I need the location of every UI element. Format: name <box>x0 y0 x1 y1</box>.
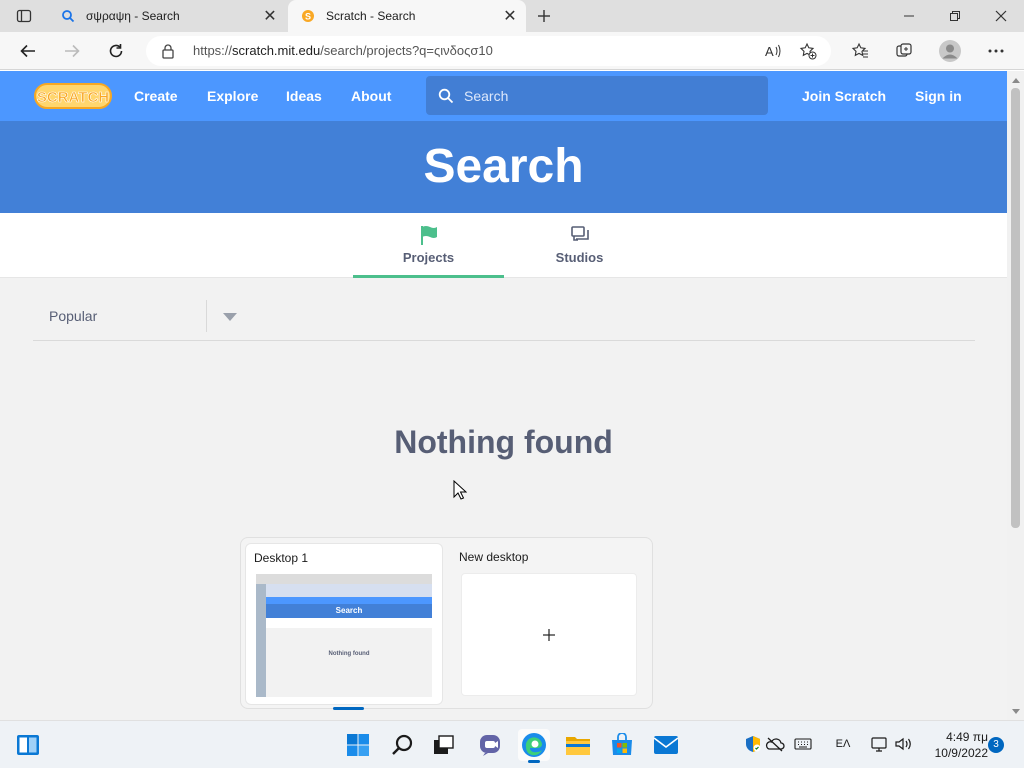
new-desktop-button[interactable] <box>461 573 637 696</box>
notification-count-badge[interactable]: 3 <box>988 737 1004 753</box>
back-arrow-icon[interactable] <box>14 37 42 65</box>
search-icon[interactable] <box>386 729 418 761</box>
input-language-indicator[interactable]: ΕΛ <box>832 733 854 755</box>
profile-avatar-icon[interactable] <box>936 37 964 65</box>
tab-title: σψραψη - Search <box>86 9 180 23</box>
close-tab-icon[interactable]: ✕ <box>258 4 282 28</box>
scratch-navbar: SCRATCH Create Explore Ideas About Join … <box>0 71 1007 121</box>
forward-arrow-icon[interactable] <box>58 37 86 65</box>
windows-taskbar: ΕΛ 4:49 πμ 10/9/2022 3 <box>0 720 1024 768</box>
thumbnail-heading: Search <box>266 604 432 618</box>
scratch-search-box[interactable] <box>426 76 768 115</box>
chevron-down-icon[interactable] <box>222 312 238 322</box>
address-bar[interactable]: https://scratch.mit.edu/search/projects?… <box>146 36 831 66</box>
collections-icon[interactable] <box>890 37 918 65</box>
task-view-switcher-icon[interactable] <box>428 729 460 761</box>
edge-browser-icon[interactable] <box>518 729 550 763</box>
start-windows-icon[interactable] <box>342 729 374 761</box>
thumbnail-sidebar <box>256 584 266 697</box>
page-scrollbar[interactable] <box>1007 71 1024 720</box>
task-view-desktops: Desktop 1 Search Nothing found New deskt… <box>240 537 653 710</box>
tab-studios[interactable]: Studios <box>504 213 655 278</box>
onedrive-offline-icon[interactable] <box>764 733 786 755</box>
read-aloud-icon[interactable]: A <box>761 39 785 63</box>
studios-icon <box>571 226 589 241</box>
keyboard-icon[interactable] <box>792 733 814 755</box>
favorites-icon[interactable] <box>846 37 874 65</box>
url-text[interactable]: https://scratch.mit.edu/search/projects?… <box>193 36 493 66</box>
svg-text:SCRATCH: SCRATCH <box>37 89 109 106</box>
mouse-cursor-icon <box>453 480 467 500</box>
file-explorer-icon[interactable] <box>562 729 594 761</box>
scroll-up-icon[interactable] <box>1007 71 1024 88</box>
volume-icon[interactable] <box>892 733 914 755</box>
nav-explore-link[interactable]: Explore <box>207 71 258 121</box>
svg-text:S: S <box>305 12 311 22</box>
thumbnail-message: Nothing found <box>328 651 370 657</box>
tab-actions-icon[interactable] <box>6 4 42 28</box>
join-scratch-link[interactable]: Join Scratch <box>802 71 886 121</box>
tab-projects-label: Projects <box>402 250 455 265</box>
network-icon[interactable] <box>868 733 890 755</box>
defender-shield-icon[interactable] <box>742 733 764 755</box>
more-menu-icon[interactable] <box>982 37 1010 65</box>
active-desktop-indicator <box>333 707 364 710</box>
sort-dropdown[interactable]: Popular <box>33 300 243 332</box>
page-title: Search <box>423 140 584 193</box>
sort-selected-value: Popular <box>49 308 98 324</box>
browser-tab-strip: σψραψη - Search ✕ S Scratch - Search ✕ <box>0 0 1024 32</box>
add-favorite-icon[interactable] <box>796 39 820 63</box>
thumbnail-tabs <box>266 618 432 628</box>
thumbnail-navbar <box>266 597 432 604</box>
flag-icon <box>421 226 437 245</box>
new-desktop-tile[interactable]: New desktop <box>451 543 649 705</box>
clock-time: 4:49 πμ <box>946 730 988 744</box>
lock-icon[interactable] <box>160 43 176 59</box>
scroll-down-icon[interactable] <box>1007 703 1024 720</box>
browser-toolbar: https://scratch.mit.edu/search/projects?… <box>0 32 1024 70</box>
tab-studios-label: Studios <box>555 250 604 265</box>
new-tab-icon[interactable] <box>532 4 556 28</box>
new-desktop-label: New desktop <box>459 550 529 564</box>
minimize-icon[interactable] <box>886 0 932 32</box>
microsoft-store-icon[interactable] <box>606 729 638 761</box>
thumbnail-tabstrip <box>256 574 432 584</box>
search-tabs: Projects Studios <box>0 213 1007 278</box>
active-app-indicator <box>528 760 540 763</box>
sign-in-link[interactable]: Sign in <box>915 71 962 121</box>
teams-chat-icon[interactable] <box>474 729 506 761</box>
desktop-1-tile[interactable]: Desktop 1 Search Nothing found <box>245 543 443 710</box>
search-banner: Search <box>0 121 1007 213</box>
thumbnail-toolbar <box>256 584 432 597</box>
desktop-1-label: Desktop 1 <box>254 551 309 565</box>
divider <box>33 340 975 341</box>
sort-separator <box>206 300 207 332</box>
plus-icon <box>543 628 555 641</box>
search-icon <box>438 88 454 104</box>
browser-tab-inactive[interactable]: σψραψη - Search ✕ <box>48 0 286 32</box>
tab-projects[interactable]: Projects <box>353 213 504 278</box>
clock-date: 10/9/2022 <box>934 746 988 760</box>
close-window-icon[interactable] <box>978 0 1024 32</box>
refresh-icon[interactable] <box>102 37 130 65</box>
task-view-icon[interactable] <box>12 729 44 761</box>
empty-results-message: Nothing found <box>394 424 613 460</box>
nav-create-link[interactable]: Create <box>134 71 178 121</box>
browser-tab-active[interactable]: S Scratch - Search ✕ <box>288 0 526 32</box>
taskbar-clock[interactable]: 4:49 πμ 10/9/2022 <box>918 729 988 761</box>
desktop-thumbnail: Search Nothing found <box>256 574 432 697</box>
scratch-logo[interactable]: SCRATCH <box>34 82 112 110</box>
scrollbar-thumb[interactable] <box>1011 88 1020 528</box>
search-input[interactable] <box>464 76 754 115</box>
mail-icon[interactable] <box>650 729 682 761</box>
close-tab-icon[interactable]: ✕ <box>498 4 522 28</box>
scratch-favicon-icon: S <box>300 8 316 24</box>
search-icon <box>60 8 76 24</box>
tab-title: Scratch - Search <box>326 9 416 23</box>
nav-ideas-link[interactable]: Ideas <box>286 71 322 121</box>
restore-icon[interactable] <box>932 0 978 32</box>
nav-about-link[interactable]: About <box>351 71 391 121</box>
svg-text:A: A <box>765 44 774 59</box>
